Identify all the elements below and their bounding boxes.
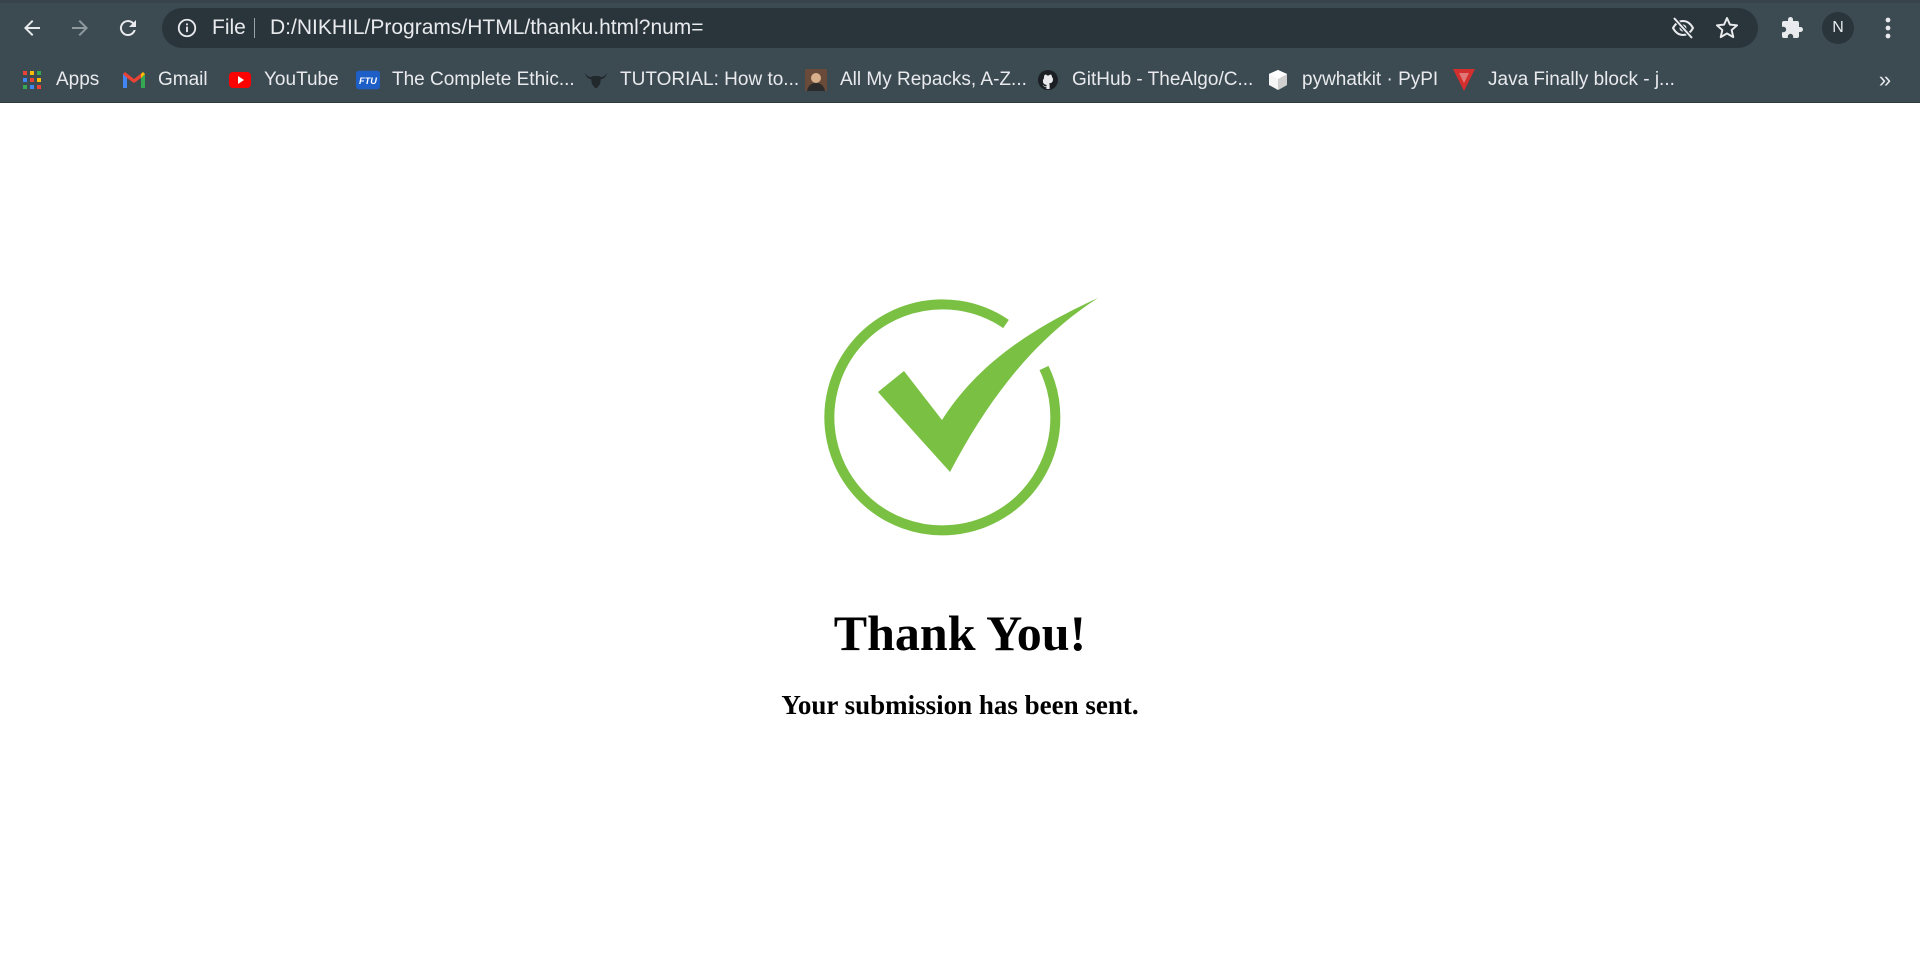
bookmark-label: TUTORIAL: How to...: [620, 69, 800, 90]
bookmark-github[interactable]: GitHub - TheAlgo/C...: [1036, 65, 1253, 95]
bookmark-apps[interactable]: Apps: [20, 65, 99, 95]
gmail-icon: [122, 68, 146, 92]
forward-button[interactable]: [60, 8, 100, 48]
bookmark-pywhatkit[interactable]: pywhatkit · PyPI: [1266, 65, 1438, 95]
bookmark-gmail[interactable]: Gmail: [122, 65, 208, 95]
bookmark-repacks[interactable]: All My Repacks, A-Z...: [804, 65, 1027, 95]
check-circle-icon: [820, 296, 1100, 546]
scheme-label: File: [212, 16, 246, 39]
browser-menu-button[interactable]: [1872, 8, 1904, 48]
eye-off-icon[interactable]: [1670, 16, 1696, 40]
arrow-left-icon: [24, 20, 40, 36]
arrow-right-icon: [72, 20, 88, 36]
bookmark-label: pywhatkit · PyPI: [1302, 69, 1439, 90]
bookmarks-bar: Apps Gmail YouTube FTU The Complete Ethi…: [0, 56, 1920, 103]
puzzle-icon: [1782, 17, 1803, 38]
omnibox-divider: [254, 18, 255, 38]
tab-strip-edge: [0, 0, 1920, 3]
avatar-icon: [804, 68, 828, 92]
info-icon[interactable]: [176, 17, 198, 39]
pypi-icon: [1266, 68, 1290, 92]
bookmark-java-finally[interactable]: Java Finally block - j...: [1452, 65, 1675, 95]
bookmark-label: The Complete Ethic...: [392, 69, 575, 90]
kebab-menu-icon: [1885, 17, 1891, 39]
confirmation-message: Your submission has been sent.: [781, 690, 1139, 720]
address-bar[interactable]: File D:/NIKHIL/Programs/HTML/thanku.html…: [162, 8, 1758, 48]
bookmark-label: All My Repacks, A-Z...: [840, 69, 1027, 90]
profile-avatar[interactable]: N: [1822, 12, 1854, 44]
star-icon[interactable]: [1714, 15, 1740, 41]
extensions-button[interactable]: [1772, 8, 1812, 48]
reload-button[interactable]: [108, 8, 148, 48]
bookmark-youtube[interactable]: YouTube: [228, 65, 339, 95]
bookmark-label: YouTube: [264, 69, 339, 90]
bookmark-label: Apps: [56, 69, 100, 90]
bookmark-label: GitHub - TheAlgo/C...: [1072, 69, 1254, 90]
apps-grid-icon: [20, 68, 44, 92]
page-content: Thank You! Your submission has been sent…: [0, 104, 1920, 970]
back-button[interactable]: [12, 8, 52, 48]
bull-icon: [584, 68, 608, 92]
youtube-icon: [228, 68, 252, 92]
bookmark-label: Java Finally block - j...: [1488, 69, 1675, 90]
page-title: Thank You!: [833, 605, 1087, 661]
bookmarks-overflow-button[interactable]: »: [1874, 65, 1896, 95]
reload-icon: [119, 20, 136, 37]
svg-text:FTU: FTU: [359, 76, 377, 86]
bookmark-label: Gmail: [158, 69, 208, 90]
bookmark-tutorial[interactable]: TUTORIAL: How to...: [584, 65, 799, 95]
browser-toolbar: File D:/NIKHIL/Programs/HTML/thanku.html…: [0, 0, 1920, 56]
url-text[interactable]: D:/NIKHIL/Programs/HTML/thanku.html?num=: [270, 8, 704, 48]
java-icon: [1452, 68, 1476, 92]
bookmark-ethical-hacking[interactable]: FTU The Complete Ethic...: [356, 65, 575, 95]
ftu-icon: FTU: [356, 68, 380, 92]
github-icon: [1036, 68, 1060, 92]
